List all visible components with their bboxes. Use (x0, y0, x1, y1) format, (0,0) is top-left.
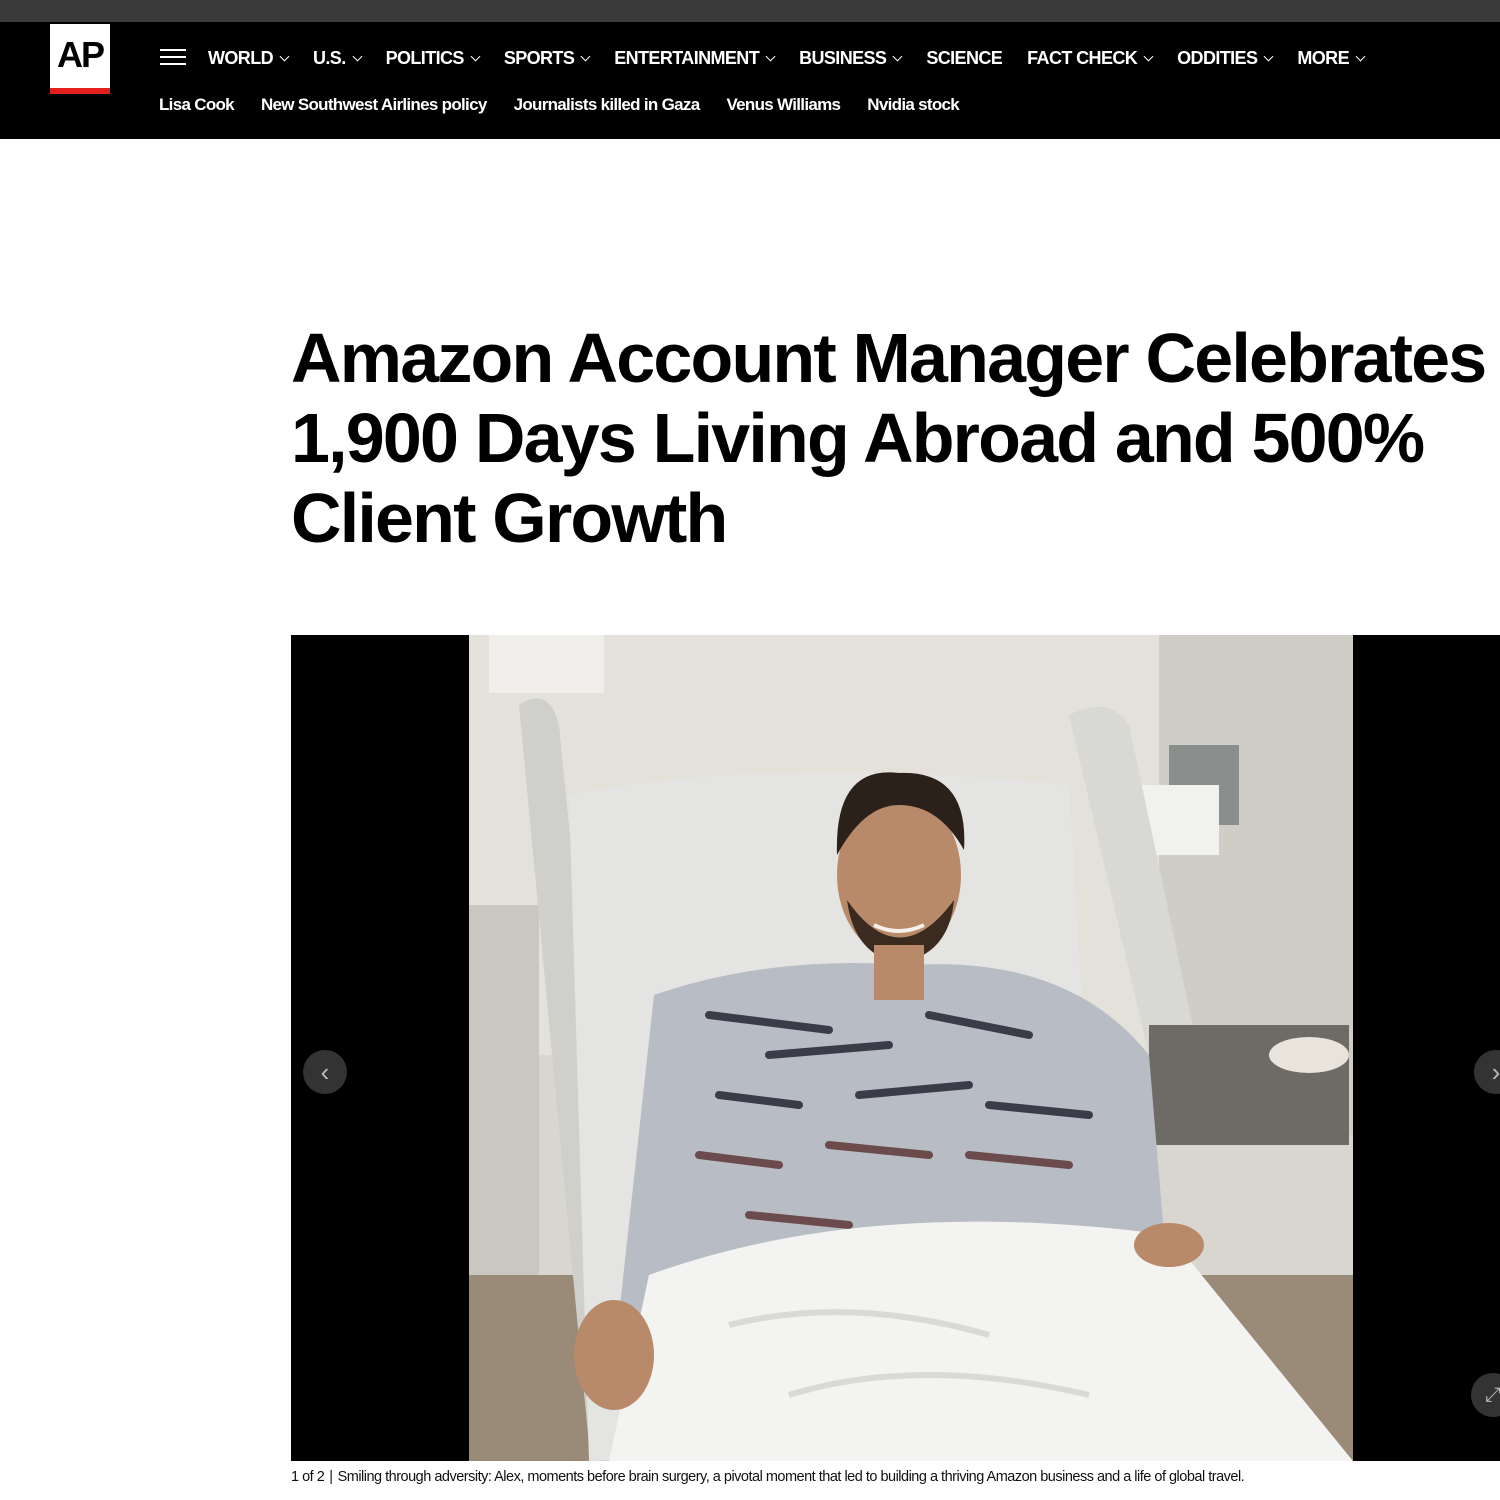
nav-item-sports[interactable]: SPORTS (503, 47, 591, 69)
caption-separator: | (329, 1469, 333, 1485)
gallery-caption: 1 of 2 | Smiling through adversity: Alex, … (291, 1469, 1245, 1485)
gallery-counter: 1 of 2 (291, 1469, 325, 1485)
nav-item-label: ODDITIES (1177, 47, 1258, 68)
gallery-photo (469, 635, 1353, 1461)
nav-item-label: BUSINESS (799, 47, 887, 68)
ap-logo[interactable]: AP (50, 24, 110, 94)
nav-item-science[interactable]: SCIENCE (926, 48, 1002, 69)
expand-icon: ⤢ (1485, 1383, 1500, 1406)
gallery-expand-button[interactable]: ⤢ (1471, 1373, 1500, 1417)
nav-item-fact-check[interactable]: FACT CHECK (1027, 47, 1154, 69)
chevron-down-icon (1355, 51, 1366, 61)
chevron-down-icon (892, 51, 903, 61)
nav-item-label: ENTERTAINMENT (614, 47, 760, 68)
trending-link-journalists-gaza[interactable]: Journalists killed in Gaza (514, 95, 701, 115)
nav-item-more[interactable]: MORE (1297, 47, 1366, 69)
hamburger-menu-icon[interactable] (160, 49, 186, 67)
nav-item-label: SCIENCE (926, 47, 1003, 68)
nav-item-label: WORLD (208, 47, 274, 68)
logo-text: AP (56, 34, 105, 75)
nav-item-entertainment[interactable]: ENTERTAINMENT (614, 47, 776, 69)
logo-red-bar (50, 88, 110, 94)
site-header: AP WORLD U.S. POLITICS SPORTS ENTERTAINM… (0, 22, 1500, 139)
nav-item-us[interactable]: U.S. (312, 47, 363, 69)
trending-link-lisa-cook[interactable]: Lisa Cook (159, 95, 235, 115)
nav-item-politics[interactable]: POLITICS (385, 47, 481, 69)
trending-link-southwest[interactable]: New Southwest Airlines policy (261, 95, 487, 115)
chevron-down-icon (352, 51, 363, 61)
nav-item-business[interactable]: BUSINESS (799, 47, 903, 69)
trending-bar: Lisa Cook New Southwest Airlines policy … (159, 93, 986, 117)
caption-text: Smiling through adversity: Alex, moments… (337, 1469, 1245, 1485)
photo-gallery[interactable]: ‹ › ⤢ (291, 635, 1500, 1461)
article-headline: Amazon Account Manager Celebrates 1,900 … (291, 319, 1487, 557)
chevron-down-icon (580, 51, 591, 61)
nav-item-label: POLITICS (385, 47, 465, 68)
main-nav: WORLD U.S. POLITICS SPORTS ENTERTAINMENT… (208, 44, 1389, 72)
chevron-left-icon: ‹ (320, 1056, 330, 1087)
chevron-down-icon (765, 51, 776, 61)
chevron-down-icon (279, 51, 290, 61)
nav-item-oddities[interactable]: ODDITIES (1177, 47, 1274, 69)
nav-item-label: U.S. (312, 47, 346, 68)
chevron-down-icon (470, 51, 481, 61)
trending-link-venus-williams[interactable]: Venus Williams (726, 95, 841, 115)
nav-item-label: SPORTS (503, 47, 575, 68)
gallery-next-button[interactable]: › (1474, 1050, 1500, 1094)
nav-item-label: MORE (1297, 47, 1349, 68)
chevron-down-icon (1143, 51, 1154, 61)
nav-item-world[interactable]: WORLD (208, 47, 290, 69)
trending-link-nvidia-stock[interactable]: Nvidia stock (867, 95, 959, 115)
browser-top-strip (0, 0, 1500, 22)
gallery-prev-button[interactable]: ‹ (303, 1050, 347, 1094)
chevron-right-icon: › (1491, 1056, 1500, 1087)
nav-item-label: FACT CHECK (1027, 47, 1138, 68)
chevron-down-icon (1263, 51, 1274, 61)
